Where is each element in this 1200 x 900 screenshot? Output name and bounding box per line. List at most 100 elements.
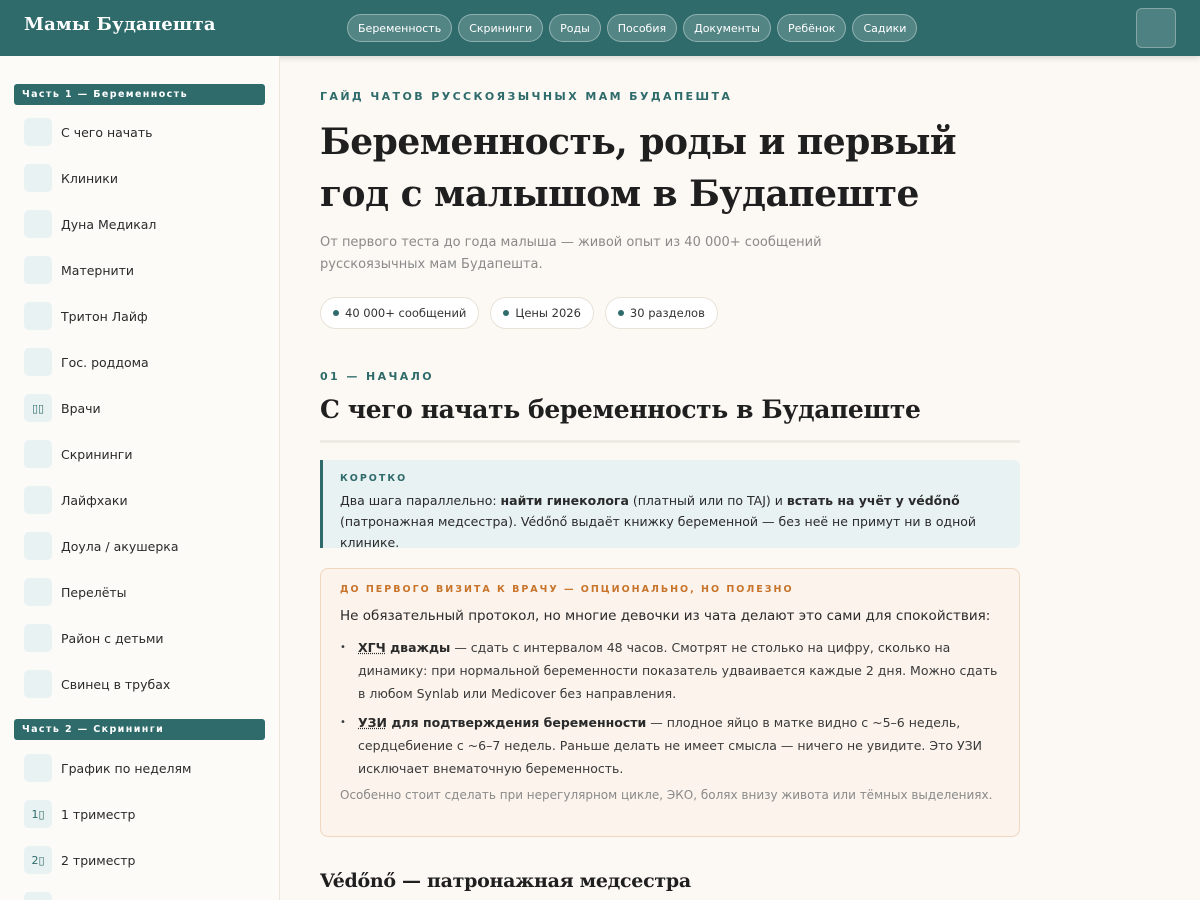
page-title: Беременность, роды и первый год с малышо…	[320, 121, 957, 215]
top-header: Мамы Будапешта Беременность Скрининги Ро…	[0, 0, 1200, 56]
optional-list: ХГЧ дважды — сдать с интервалом 48 часов…	[340, 636, 1000, 780]
nav-pill-documents[interactable]: Документы	[683, 14, 771, 42]
optional-box: До первого визита к врачу — опционально,…	[320, 568, 1020, 837]
sidebar-item-label: Дуна Медикал	[61, 216, 157, 232]
section-divider	[320, 440, 1020, 443]
menu-button[interactable]	[1136, 8, 1176, 48]
optional-intro: Не обязательный протокол, но многие дево…	[340, 608, 991, 624]
subsection-title: Védőnő — патронажная медсестра	[320, 870, 691, 892]
dot-icon	[503, 310, 510, 316]
sidebar-item-icon	[24, 670, 52, 698]
sidebar-item-duna-medical[interactable]: Дуна Медикал	[24, 210, 156, 238]
stat-prices: Цены 2026	[490, 297, 594, 329]
page-eyebrow: Гайд чатов русскоязычных мам Будапешта	[320, 90, 733, 103]
sidebar-item-label: Скрининги	[61, 446, 133, 462]
nav-pill-screenings[interactable]: Скрининги	[458, 14, 544, 42]
summary-label: Коротко	[340, 473, 408, 484]
summary-text-part: Два шага параллельно:	[340, 493, 501, 508]
sidebar-item-next[interactable]	[24, 892, 52, 900]
sidebar-item-label: Лайфхаки	[61, 492, 128, 508]
sidebar-item-icon	[24, 164, 52, 192]
section-title: С чего начать беременность в Будапеште	[320, 395, 921, 424]
list-item-text: — сдать с интервалом 48 часов. Смотрят н…	[358, 640, 998, 701]
sidebar-item-doctors[interactable]: ▯▯ Врачи	[24, 394, 101, 422]
sidebar-item-label: 1 триместр	[61, 806, 136, 822]
stat-label: 40 000+ сообщений	[345, 306, 467, 320]
list-item-bold-rest: дважды	[385, 640, 451, 655]
trimester-1-icon: 1▯	[24, 800, 52, 828]
sidebar-item-public-maternity[interactable]: Гос. роддома	[24, 348, 149, 376]
sidebar-item-label: Врачи	[61, 400, 101, 416]
sidebar-item-screenings[interactable]: Скрининги	[24, 440, 133, 468]
sidebar-item-icon	[24, 532, 52, 560]
main-content: Гайд чатов русскоязычных мам Будапешта Б…	[320, 56, 1020, 900]
sidebar-item-label: Свинец в трубах	[61, 676, 171, 692]
sidebar-item-label: Гос. роддома	[61, 354, 149, 370]
sidebar-item-maternity[interactable]: Матернити	[24, 256, 134, 284]
section-number: 01 — Начало	[320, 370, 434, 383]
sidebar-item-icon	[24, 348, 52, 376]
list-item-bold: ХГЧ дважды	[358, 640, 450, 655]
sidebar-item-label: Доула / акушерка	[61, 538, 179, 554]
sidebar-item-icon	[24, 256, 52, 284]
page-lead: От первого теста до года малыша — живой …	[320, 235, 822, 272]
sidebar-item-label: Матернити	[61, 262, 135, 278]
trimester-2-icon: 2▯	[24, 846, 52, 874]
summary-bold-gyn: найти гинеколога	[500, 493, 629, 508]
sidebar-item-label: С чего начать	[61, 124, 153, 140]
abbr-hcg[interactable]: ХГЧ	[358, 640, 386, 655]
sidebar-item-icon	[24, 486, 52, 514]
summary-text-part: (платный или по TAJ) и	[628, 493, 787, 508]
sidebar-item-icon	[24, 892, 52, 900]
sidebar-part-2-header: Часть 2 — Скрининги	[14, 719, 265, 740]
stat-label: Цены 2026	[515, 306, 581, 320]
dot-icon	[333, 310, 339, 316]
dot-icon	[617, 310, 624, 316]
summary-bold-vedono: встать на учёт у védőnő	[786, 493, 960, 508]
optional-note: Особенно стоит сделать при нерегулярном …	[340, 788, 993, 802]
sidebar-item-triton-life[interactable]: Тритон Лайф	[24, 302, 148, 330]
sidebar-item-icon	[24, 578, 52, 606]
sidebar-item-flights[interactable]: Перелёты	[24, 578, 127, 606]
sidebar-item-start[interactable]: С чего начать	[24, 118, 153, 146]
sidebar-item-clinics[interactable]: Клиники	[24, 164, 118, 192]
sidebar-item-lifehacks[interactable]: Лайфхаки	[24, 486, 128, 514]
nav-pill-pregnancy[interactable]: Беременность	[347, 14, 453, 42]
list-item: УЗИ для подтверждения беременности — пло…	[340, 711, 1000, 780]
sidebar-item-weekly-schedule[interactable]: График по неделям	[24, 754, 191, 782]
sidebar-item-lead-pipes[interactable]: Свинец в трубах	[24, 670, 170, 698]
sidebar-item-label: Клиники	[61, 170, 118, 186]
sidebar-item-icon	[24, 302, 52, 330]
doctors-icon: ▯▯	[24, 394, 52, 422]
stat-sections: 30 разделов	[604, 297, 718, 329]
sidebar-item-icon	[24, 440, 52, 468]
sidebar-item-district[interactable]: Район с детьми	[24, 624, 164, 652]
summary-text-part: (патронажная медсестра). Védőnő выдаёт к…	[340, 514, 977, 550]
nav-pill-benefits[interactable]: Пособия	[606, 14, 678, 42]
sidebar-item-trimester-1[interactable]: 1▯ 1 триместр	[24, 800, 135, 828]
stat-label: 30 разделов	[629, 306, 705, 320]
nav-pill-birth[interactable]: Роды	[549, 14, 601, 42]
sidebar-item-label: График по неделям	[61, 760, 192, 776]
list-item: ХГЧ дважды — сдать с интервалом 48 часов…	[340, 636, 1000, 705]
sidebar-part-1-header: Часть 1 — Беременность	[14, 84, 265, 105]
sidebar-item-icon	[24, 754, 52, 782]
nav-pill-child[interactable]: Ребёнок	[776, 14, 847, 42]
sidebar-item-label: Перелёты	[61, 584, 127, 600]
site-logo[interactable]: Мамы Будапешта	[24, 14, 216, 35]
nav-pill-kindergartens[interactable]: Садики	[852, 14, 918, 42]
abbr-ultrasound[interactable]: УЗИ	[358, 715, 387, 730]
summary-box: Коротко Два шага параллельно: найти гине…	[320, 460, 1020, 550]
summary-text: Два шага параллельно: найти гинеколога (…	[340, 490, 1003, 553]
sidebar-item-trimester-2[interactable]: 2▯ 2 триместр	[24, 846, 135, 874]
sidebar-item-label: Район с детьми	[61, 630, 164, 646]
optional-label: До первого визита к врачу — опционально,…	[340, 584, 794, 595]
top-nav: Беременность Скрининги Роды Пособия Доку…	[347, 14, 918, 42]
list-item-bold-rest: для подтверждения беременности	[386, 715, 647, 730]
sidebar-item-doula[interactable]: Доула / акушерка	[24, 532, 179, 560]
sidebar-item-label: Тритон Лайф	[61, 308, 148, 324]
stat-messages: 40 000+ сообщений	[320, 297, 480, 329]
list-item-bold: УЗИ для подтверждения беременности	[358, 715, 646, 730]
sidebar-item-label: 2 триместр	[61, 852, 136, 868]
sidebar: Часть 1 — Беременность С чего начать Кли…	[0, 56, 280, 900]
